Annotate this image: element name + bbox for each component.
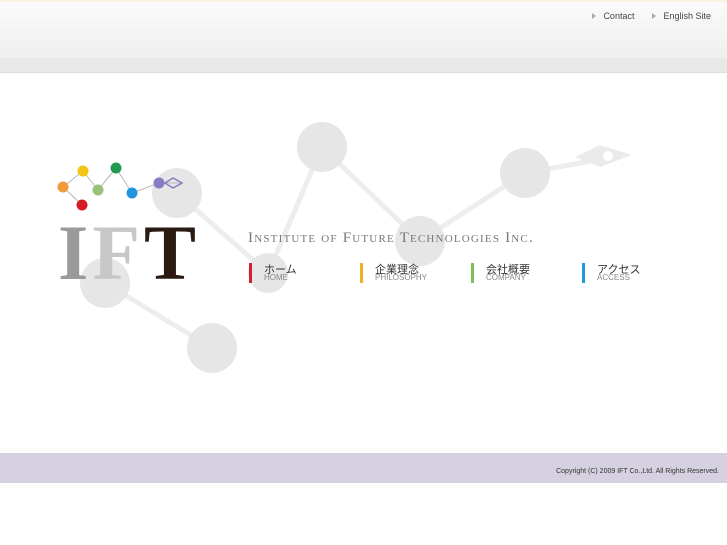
english-site-link[interactable]: English Site [652,11,711,21]
nav-item-label-en: ACCESS [597,273,630,282]
arrow-right-icon [652,13,657,19]
contact-link-label: Contact [603,11,635,21]
ift-wordmark: IFT [58,214,200,292]
nav-color-bar [249,263,252,283]
arrow-right-icon [592,13,597,19]
wordmark-letter-i: I [58,209,93,296]
company-name: Institute of Future Technologies Inc. [248,230,534,246]
molecule-logo-icon [57,162,184,211]
contact-link[interactable]: Contact [592,11,634,21]
copyright-text: Copyright (C) 2009 IFT Co.,Ltd. All Righ… [556,468,719,475]
nav-color-bar [582,263,585,283]
wordmark-letter-t: T [144,209,201,296]
nav-item-label-en: PHILOSOPHY [375,273,428,282]
top-header: Contact English Site [0,0,727,58]
nav-color-bar [471,263,474,283]
header-links: Contact English Site [592,11,711,21]
wordmark-letter-f: F [92,209,145,296]
nav-item-label-en: COMPANY [486,273,526,282]
english-site-link-label: English Site [663,11,711,21]
nav-color-bar [360,263,363,283]
header-subbar [0,58,727,73]
footer: Copyright (C) 2009 IFT Co.,Ltd. All Righ… [0,453,727,483]
top-stripe [0,0,727,2]
nav-item-label-en: HOME [264,273,288,282]
